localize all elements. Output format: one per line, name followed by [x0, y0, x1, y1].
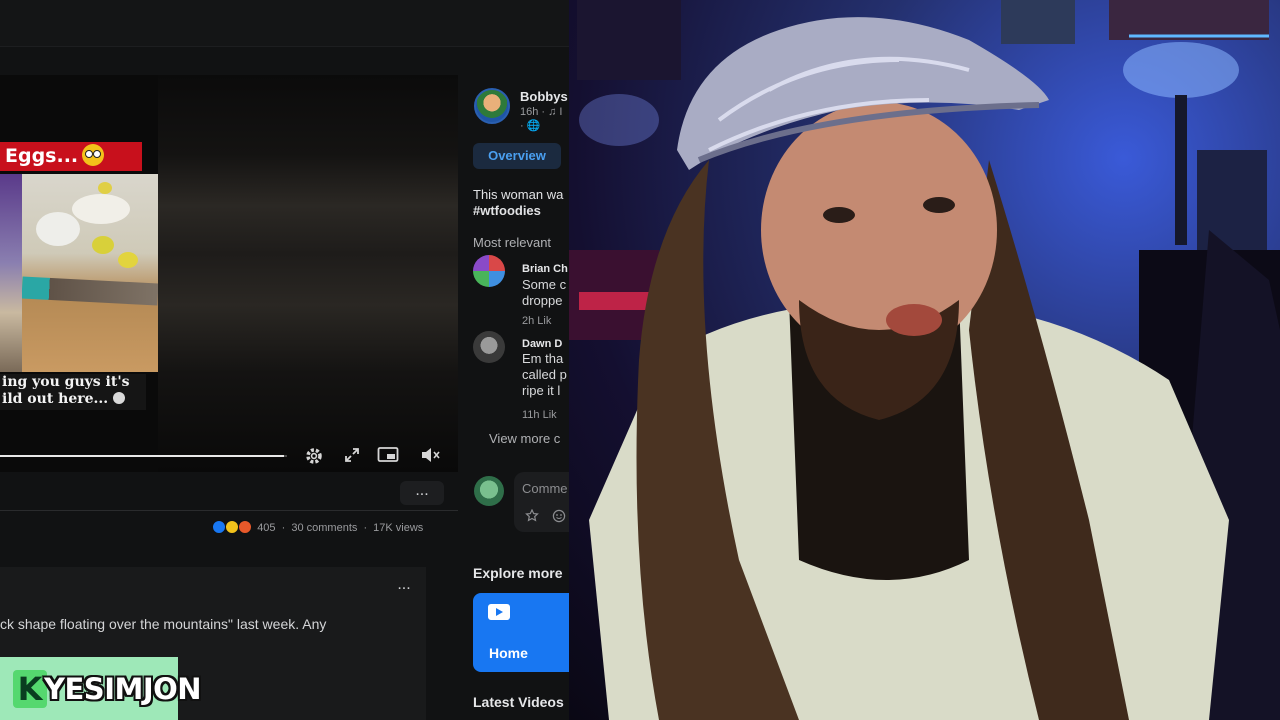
post-stats: 405 · 30 comments · 17K views — [212, 520, 452, 540]
browser-capture: Eggs... ing you guys it's ild out here..… — [0, 0, 569, 720]
video-caption-bottom: ing you guys it's ild out here... — [0, 374, 146, 410]
lamp-stand — [1175, 95, 1187, 245]
commenter-avatar[interactable] — [473, 331, 505, 363]
explore-more-heading: Explore more — [473, 565, 563, 581]
flushed-emoji-icon — [82, 144, 105, 166]
eye-shape — [823, 207, 855, 223]
comment-text: ripe it l — [522, 383, 561, 398]
comment-meta[interactable]: 11h Lik — [522, 409, 569, 423]
wow-reaction-icon — [225, 520, 240, 534]
pip-icon[interactable] — [377, 446, 399, 468]
views-count: 17K views — [373, 522, 424, 534]
post-actions-bar — [0, 475, 458, 511]
caption-bottom-line-2-text: ild out here... — [2, 391, 109, 407]
egg-shape — [72, 194, 130, 224]
face-shape — [761, 102, 997, 358]
home-label: Home — [489, 645, 528, 661]
video-icon — [488, 604, 510, 620]
poster-shape — [1109, 0, 1269, 40]
current-user-avatar — [474, 476, 504, 506]
next-post-text: ck shape floating over the mountains" la… — [0, 616, 327, 632]
poster-shape — [1001, 0, 1075, 44]
separator: · — [281, 522, 286, 534]
fullscreen-icon[interactable] — [341, 446, 363, 468]
comment-text: Em tha — [522, 351, 564, 366]
hashtag-link[interactable]: #wtfoodies — [473, 203, 569, 219]
caption-bottom-line-1: ing you guys it's — [2, 374, 130, 390]
caption-top-text: Eggs... — [5, 145, 79, 167]
description-line: This woman wa — [473, 187, 564, 202]
comment-meta[interactable]: 2h Lik — [522, 315, 569, 329]
video-player[interactable]: Eggs... ing you guys it's ild out here..… — [0, 75, 458, 472]
video-frame-photo — [22, 174, 158, 372]
poster-shape — [577, 0, 681, 80]
lamp-glow — [579, 94, 659, 146]
more-options-button[interactable]: ... — [392, 576, 416, 596]
video-frame-left-strip — [0, 174, 22, 372]
comment-text: Some c — [522, 277, 567, 292]
knife-shape — [22, 276, 158, 306]
settings-icon[interactable] — [303, 446, 325, 468]
video-progress-fill — [0, 455, 285, 457]
webcam-feed — [569, 0, 1280, 720]
video-caption-top: Eggs... — [0, 142, 142, 171]
cue-ball-emoji-icon — [113, 392, 126, 404]
video-blur-backdrop — [158, 75, 458, 472]
comment-text: called p — [522, 367, 567, 382]
author-avatar[interactable] — [474, 88, 510, 124]
video-progress-bar[interactable] — [0, 455, 287, 457]
mute-icon[interactable] — [419, 446, 441, 468]
yolk-shape — [118, 252, 138, 268]
eye-shape — [923, 197, 955, 213]
commenter-avatar[interactable] — [473, 255, 505, 287]
streamer-logo-mark: K — [13, 670, 47, 708]
poster-shape — [1197, 150, 1267, 260]
view-more-comments-link[interactable]: View more c — [489, 431, 569, 449]
caption-bottom-line-2: ild out here... — [2, 391, 146, 408]
comment-sort-dropdown[interactable]: Most relevant — [473, 235, 569, 253]
emoji-icon[interactable] — [551, 509, 567, 525]
post-description: This woman wa #wtfoodies — [473, 187, 569, 221]
stream-layout: Eggs... ing you guys it's ild out here..… — [0, 0, 1280, 720]
separator: · — [363, 522, 368, 534]
latest-videos-heading: Latest Videos — [473, 694, 564, 710]
angry-reaction-icon — [238, 520, 253, 534]
yolk-shape — [98, 182, 112, 194]
egg-shape — [36, 212, 80, 246]
more-options-button[interactable]: ... — [400, 481, 444, 505]
sticker-icon[interactable] — [524, 508, 540, 525]
author-privacy: · 🌐 — [520, 120, 541, 132]
lamp-glow — [1123, 42, 1239, 98]
mouth-shape — [886, 304, 942, 336]
top-bar — [0, 0, 569, 47]
tab-overview[interactable]: Overview — [473, 143, 561, 169]
streamer-logo-text: YESIMJON — [44, 672, 202, 706]
reaction-count[interactable]: 405 — [257, 522, 275, 534]
yolk-shape — [92, 236, 114, 254]
commenter-name[interactable]: Dawn D — [522, 338, 569, 352]
author-name[interactable]: Bobbys — [520, 89, 569, 107]
comment-input[interactable]: Comme — [522, 481, 569, 499]
neon-light — [579, 292, 649, 310]
commenter-name[interactable]: Brian Ch — [522, 263, 569, 277]
comment-text: droppe — [522, 293, 563, 308]
webcam-illustration — [569, 0, 1280, 720]
like-reaction-icon — [212, 520, 226, 534]
author-meta: 16h · ♫ I — [520, 106, 563, 118]
comments-count-link[interactable]: 30 comments — [291, 522, 357, 534]
